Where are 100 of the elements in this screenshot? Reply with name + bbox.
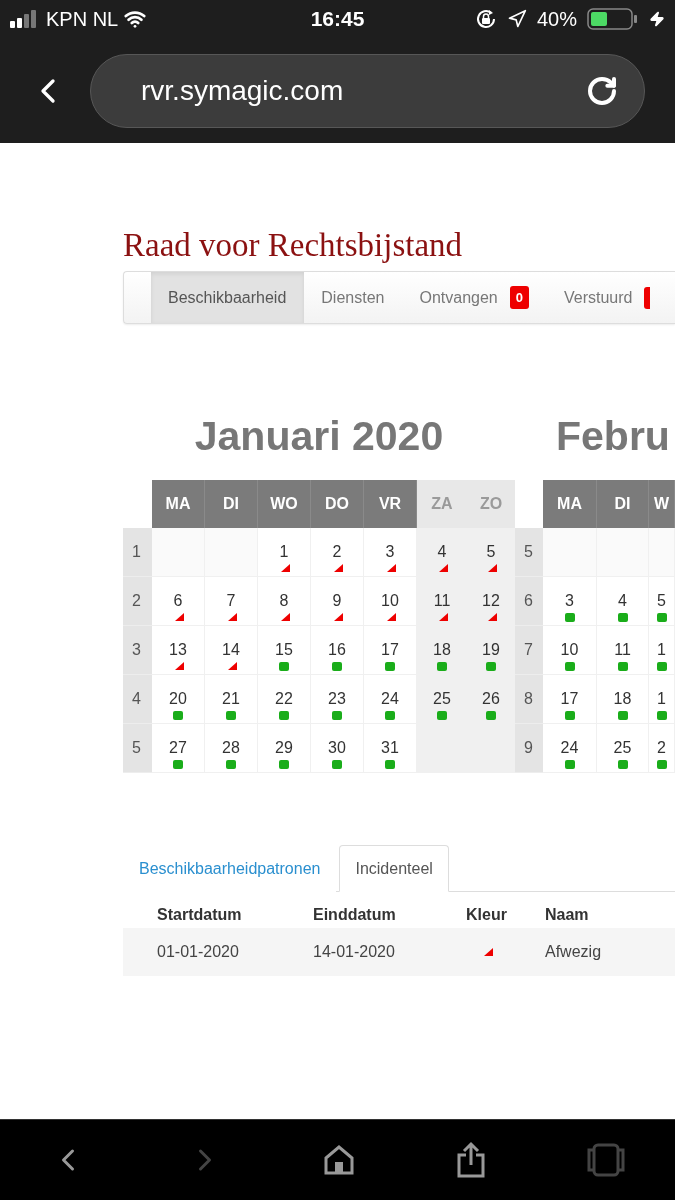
calendar-day[interactable]: 7 <box>205 577 258 626</box>
available-marker-icon <box>173 760 183 769</box>
calendar-day[interactable]: 1 <box>649 675 675 724</box>
calendar-day[interactable]: 5 <box>649 577 675 626</box>
available-marker-icon <box>437 662 447 671</box>
calendar-day[interactable]: 18 <box>597 675 649 724</box>
nav-tab[interactable]: Diensten <box>304 272 403 323</box>
calendar-day[interactable]: 4 <box>417 528 468 577</box>
calendar-day[interactable]: 8 <box>258 577 311 626</box>
week-number: 8 <box>515 675 543 724</box>
absent-marker-icon <box>484 948 493 956</box>
weekday-header: MA <box>543 480 597 528</box>
calendar-day[interactable]: 13 <box>152 626 205 675</box>
section-tab[interactable]: Incidenteel <box>339 845 449 892</box>
weekday-header: VR <box>364 480 417 528</box>
calendar-day[interactable]: 23 <box>311 675 364 724</box>
calendar-day[interactable]: 3 <box>364 528 417 577</box>
share-icon[interactable] <box>456 1141 487 1179</box>
available-marker-icon <box>617 760 628 769</box>
week-number: 7 <box>515 626 543 675</box>
calendar-day[interactable]: 11 <box>417 577 468 626</box>
home-icon[interactable] <box>323 1144 356 1176</box>
available-marker-icon <box>656 613 667 622</box>
available-marker-icon <box>226 760 236 769</box>
charging-bolt-icon <box>649 11 665 27</box>
month-title: Januari 2020 <box>193 412 445 460</box>
column-header: Startdatum <box>157 906 243 924</box>
week-number: 4 <box>123 675 152 724</box>
orientation-lock-icon <box>474 8 497 30</box>
calendar-day[interactable]: 17 <box>543 675 597 724</box>
calendar-day[interactable]: 29 <box>258 724 311 773</box>
calendar-day[interactable]: 21 <box>205 675 258 724</box>
available-marker-icon <box>617 711 628 720</box>
calendar-day[interactable]: 28 <box>205 724 258 773</box>
week-number: 1 <box>123 528 152 577</box>
tabs-icon[interactable] <box>586 1143 625 1177</box>
available-marker-icon <box>564 613 575 622</box>
calendar-day[interactable]: 24 <box>364 675 417 724</box>
location-arrow-icon <box>506 9 527 29</box>
calendar-day[interactable]: 11 <box>597 626 649 675</box>
nav-tab[interactable]: Beschikbaarheid <box>151 272 305 323</box>
week-number: 3 <box>123 626 152 675</box>
week-number: 9 <box>515 724 543 773</box>
table-cell-text: 14-01-2020 <box>313 943 396 961</box>
calendar-day[interactable]: 1 <box>649 626 675 675</box>
available-marker-icon <box>486 662 496 671</box>
calendar-day[interactable]: 14 <box>205 626 258 675</box>
available-marker-icon <box>226 711 236 720</box>
calendar-day[interactable] <box>543 528 597 577</box>
calendar-day[interactable]: 2 <box>649 724 675 773</box>
available-marker-icon <box>173 711 183 720</box>
available-marker-icon <box>332 711 342 720</box>
calendar-day[interactable]: 15 <box>258 626 311 675</box>
reload-icon[interactable] <box>586 74 618 107</box>
calendar-day[interactable]: 10 <box>543 626 597 675</box>
clock-time: 16:45 <box>310 7 365 31</box>
calendar-day[interactable]: 12 <box>468 577 515 626</box>
calendar-day[interactable]: 5 <box>468 528 515 577</box>
calendar-day[interactable]: 20 <box>152 675 205 724</box>
nav-tab[interactable]: Ontvangen 0 <box>402 272 547 323</box>
calendar-day[interactable]: 16 <box>311 626 364 675</box>
calendar-day[interactable] <box>597 528 649 577</box>
calendar-day[interactable]: 25 <box>597 724 649 773</box>
calendar-day[interactable]: 4 <box>597 577 649 626</box>
weekday-header: DI <box>205 480 258 528</box>
available-marker-icon <box>656 711 667 720</box>
calendar-day[interactable]: 3 <box>543 577 597 626</box>
available-marker-icon <box>656 760 667 769</box>
column-header: Naam <box>545 906 590 924</box>
week-number: 5 <box>123 724 152 773</box>
calendar-day[interactable]: 22 <box>258 675 311 724</box>
calendar-day[interactable]: 24 <box>543 724 597 773</box>
available-marker-icon <box>332 760 342 769</box>
weekday-header: MA <box>152 480 205 528</box>
calendar-day[interactable]: 17 <box>364 626 417 675</box>
available-marker-icon <box>385 662 395 671</box>
calendar-day[interactable]: 27 <box>152 724 205 773</box>
calendar-day[interactable]: 2 <box>311 528 364 577</box>
calendar-day[interactable] <box>649 528 675 577</box>
count-badge: 0 <box>509 286 529 309</box>
calendar-day[interactable] <box>152 528 205 577</box>
calendar-day[interactable] <box>205 528 258 577</box>
address-bar[interactable]: rvr.symagic.com <box>90 53 645 128</box>
calendar-day[interactable]: 30 <box>311 724 364 773</box>
calendar-day[interactable]: 9 <box>311 577 364 626</box>
table-cell-text: 01-01-2020 <box>157 943 240 961</box>
calendar-day[interactable]: 10 <box>364 577 417 626</box>
nav-tab[interactable]: Verstuurd <box>546 272 651 323</box>
calendar-day[interactable]: 19 <box>468 626 515 675</box>
calendar-day[interactable]: 25 <box>417 675 468 724</box>
available-marker-icon <box>385 711 395 720</box>
available-marker-icon <box>564 662 575 671</box>
available-marker-icon <box>279 760 289 769</box>
weekday-header: W <box>649 480 675 528</box>
calendar-day[interactable]: 31 <box>364 724 417 773</box>
calendar-day[interactable]: 18 <box>417 626 468 675</box>
calendar-day[interactable]: 6 <box>152 577 205 626</box>
carrier-name: KPN NL <box>46 7 119 31</box>
calendar-day[interactable]: 1 <box>258 528 311 577</box>
calendar-day[interactable]: 26 <box>468 675 515 724</box>
